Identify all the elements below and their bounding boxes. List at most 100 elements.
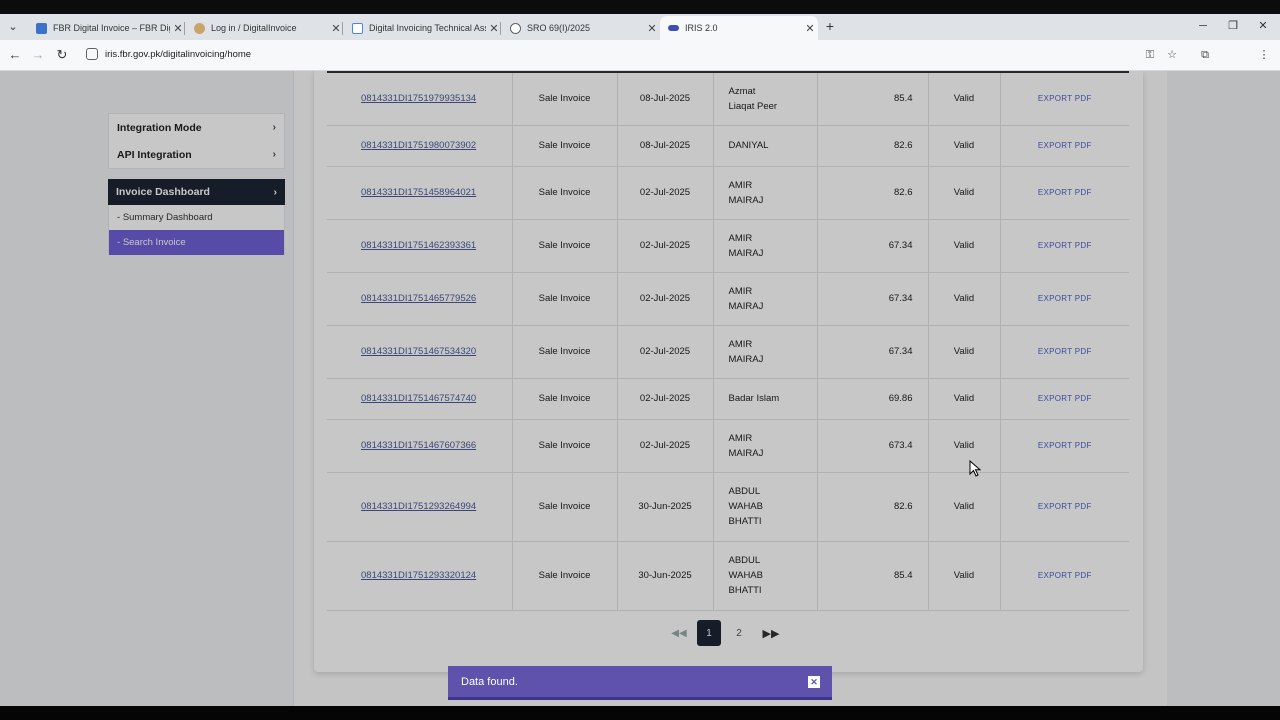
invoice-number-link[interactable]: 0814331DI1751979935134 (361, 93, 476, 104)
invoice-number-link[interactable]: 0814331DI1751462393361 (361, 240, 476, 251)
table-row: 0814331DI1751462393361 Sale Invoice 02-Jul… (327, 219, 1129, 273)
sidebar-item-invoice-dashboard[interactable]: Invoice Dashboard › (108, 179, 285, 205)
tab-search-icon[interactable]: ⌄ (4, 18, 22, 36)
amount-cell: 82.6 (817, 472, 929, 542)
buyer-name-line: ABDUL (728, 555, 761, 566)
invoice-date-cell: 02-Jul-2025 (617, 272, 714, 326)
toast-close-icon[interactable]: ✕ (808, 675, 820, 688)
export-pdf-button[interactable]: EXPORT PDF (1038, 571, 1092, 580)
back-icon[interactable]: ← (6, 46, 24, 64)
invoice-number-link[interactable]: 0814331DI1751467574740 (361, 393, 476, 404)
buyer-name-line: MAIRAJ (728, 353, 764, 365)
buyer-name-cell: AMIR MAIRAJ (713, 325, 818, 379)
invoice-type-cell: Sale Invoice (512, 378, 618, 420)
sidebar-item-search-invoice[interactable]: - Search Invoice (108, 230, 285, 255)
invoice-no-cell: 0814331DI1751980073902 (327, 125, 513, 167)
browser-tab-active[interactable]: IRIS 2.0 ✕ (660, 16, 818, 40)
page-1-button[interactable]: 1 (697, 620, 721, 646)
buyer-name-line: MAIRAJ (728, 194, 764, 206)
status-cell: Valid (928, 72, 1001, 126)
browser-tab[interactable]: SRO 69(I)/2025 ✕ (502, 16, 660, 40)
tab-title: IRIS 2.0 (685, 23, 718, 33)
invoice-type-cell: Sale Invoice (512, 472, 618, 542)
window-close-icon[interactable]: ✕ (1248, 18, 1278, 36)
export-pdf-button[interactable]: EXPORT PDF (1038, 141, 1092, 150)
status-cell: Valid (928, 419, 1001, 473)
buyer-name-cell: Azmat Liaqat Peer (713, 72, 818, 126)
star-icon[interactable]: ☆ (1164, 47, 1180, 63)
amount-cell: 85.4 (817, 541, 929, 611)
invoice-no-cell: 0814331DI1751293320124 (327, 541, 513, 611)
table-row: 0814331DI1751467607366 Sale Invoice 02-Jul… (327, 419, 1129, 473)
export-pdf-button[interactable]: EXPORT PDF (1038, 294, 1092, 303)
forward-icon[interactable]: → (29, 46, 47, 64)
invoice-type-cell: Sale Invoice (512, 325, 618, 379)
buyer-name-line: MAIRAJ (728, 247, 764, 259)
invoice-number-link[interactable]: 0814331DI1751458964021 (361, 187, 476, 198)
amount-cell: 82.6 (817, 125, 929, 167)
amount-cell: 67.34 (817, 219, 929, 273)
invoice-number-link[interactable]: 0814331DI1751465779526 (361, 293, 476, 304)
export-pdf-button[interactable]: EXPORT PDF (1038, 241, 1092, 250)
toast-notification: Data found. ✕ (448, 666, 832, 700)
table-row: 0814331DI1751979935134 Sale Invoice 08-Jul… (327, 72, 1129, 126)
invoice-number-link[interactable]: 0814331DI1751293264994 (361, 501, 476, 512)
sidebar-item-label: Integration Mode (117, 121, 202, 134)
first-page-button[interactable]: ◀◀ (667, 620, 691, 646)
chevron-right-icon: › (273, 186, 278, 198)
sidebar-item-integration-mode[interactable]: Integration Mode › (109, 114, 284, 141)
profile-icon[interactable] (1232, 50, 1250, 60)
menu-icon[interactable]: ⋮ (1256, 47, 1272, 63)
buyer-name-line: BHATTI (728, 516, 762, 527)
export-pdf-button[interactable]: EXPORT PDF (1038, 394, 1092, 403)
action-cell: EXPORT PDF (1000, 378, 1129, 420)
minimize-icon[interactable]: ─ (1188, 18, 1218, 36)
export-pdf-button[interactable]: EXPORT PDF (1038, 441, 1092, 450)
amount-cell: 67.34 (817, 325, 929, 379)
buyer-name-line: ABDUL (728, 486, 761, 497)
invoice-number-link[interactable]: 0814331DI1751467534320 (361, 346, 476, 357)
action-cell: EXPORT PDF (1000, 419, 1129, 473)
reload-icon[interactable]: ↻ (53, 46, 71, 64)
invoice-number-link[interactable]: 0814331DI1751467607366 (361, 440, 476, 451)
status-cell: Valid (928, 219, 1001, 273)
action-cell: EXPORT PDF (1000, 166, 1129, 220)
url-field[interactable]: iris.fbr.gov.pk/digitalinvoicing/home (105, 49, 251, 60)
new-tab-icon[interactable]: + (822, 18, 838, 36)
sidebar-item-api-integration[interactable]: API Integration › (109, 141, 284, 168)
close-icon[interactable]: ✕ (644, 22, 660, 35)
browser-tab[interactable]: Log in / DigitalInvoice ✕ (186, 16, 344, 40)
restore-icon[interactable]: ❐ (1218, 18, 1248, 36)
table-row: 0814331DI1751980073902 Sale Invoice 08-Jul… (327, 125, 1129, 167)
buyer-name-cell: Badar Islam (713, 378, 818, 420)
chevron-right-icon: › (272, 122, 276, 133)
extensions-icon[interactable]: ⧉ (1197, 47, 1213, 63)
browser-tab[interactable]: FBR Digital Invoice – FBR Digital ✕ (28, 16, 186, 40)
buyer-name-line: WAHAB (728, 570, 763, 581)
invoice-type-cell: Sale Invoice (512, 72, 618, 126)
globe-icon (194, 22, 205, 34)
key-icon[interactable]: ⚿ (1142, 47, 1158, 63)
tab-title: SRO 69(I)/2025 (527, 23, 591, 33)
browser-tab[interactable]: Digital Invoicing Technical Assis ✕ (344, 16, 502, 40)
buyer-name-line: AMIR (728, 338, 753, 350)
table-row: 0814331DI1751467574740 Sale Invoice 02-Jul… (327, 378, 1129, 420)
buyer-name-line: AMIR (728, 432, 753, 444)
site-info-icon[interactable] (86, 48, 98, 60)
export-pdf-button[interactable]: EXPORT PDF (1038, 94, 1092, 103)
export-pdf-button[interactable]: EXPORT PDF (1038, 347, 1092, 356)
export-pdf-button[interactable]: EXPORT PDF (1038, 502, 1092, 511)
invoice-date-cell: 30-Jun-2025 (617, 472, 714, 542)
invoice-no-cell: 0814331DI1751467534320 (327, 325, 513, 379)
buyer-name-cell: AMIR MAIRAJ (713, 272, 818, 326)
invoice-date-cell: 02-Jul-2025 (617, 419, 714, 473)
invoice-number-link[interactable]: 0814331DI1751980073902 (361, 140, 476, 151)
sidebar-item-summary-dashboard[interactable]: - Summary Dashboard (108, 205, 285, 230)
export-pdf-button[interactable]: EXPORT PDF (1038, 188, 1092, 197)
chevron-right-icon: › (272, 149, 276, 160)
last-page-button[interactable]: ▶▶ (757, 620, 785, 646)
close-icon[interactable]: ✕ (802, 22, 818, 35)
invoice-number-link[interactable]: 0814331DI1751293320124 (361, 570, 476, 581)
buyer-name-line: BHATTI (728, 585, 762, 596)
page-2-button[interactable]: 2 (727, 620, 751, 646)
